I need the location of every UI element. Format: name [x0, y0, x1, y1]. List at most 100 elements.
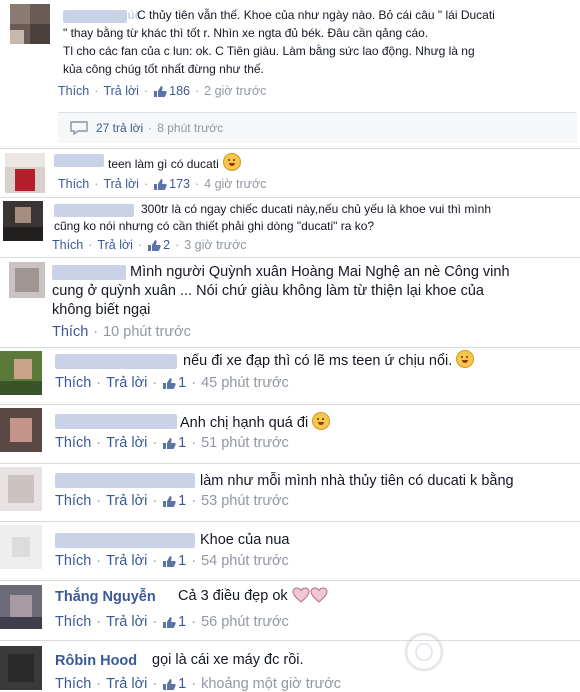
- comment: làm như mỗi mình nhà thủy tiên có ducati…: [0, 463, 580, 521]
- comment-text: Cả 3 điều đẹp ok: [178, 586, 328, 606]
- comment-time[interactable]: 2 giờ trước: [204, 84, 266, 98]
- thumbs-up-icon[interactable]: [147, 239, 161, 252]
- comment-text-line: kủa công chúg tốt nhất đừng như thế.: [63, 62, 264, 76]
- avatar[interactable]: [10, 4, 50, 44]
- blurred-name: [52, 265, 126, 280]
- comment-text-line: không biết ngại: [52, 302, 151, 318]
- like-link[interactable]: Thích: [58, 84, 89, 98]
- comment-actions: Thích · Trả lời · 1 · khoảng một giờ trư…: [55, 676, 342, 692]
- like-count[interactable]: 1: [178, 676, 186, 692]
- like-count[interactable]: 173: [169, 177, 190, 191]
- comment-time[interactable]: 10 phút trước: [103, 324, 191, 340]
- like-count[interactable]: 1: [178, 614, 186, 630]
- comment-text: nếu đi xe đạp thì có lẽ ms teen ứ chịu n…: [183, 350, 475, 371]
- like-link[interactable]: Thích: [52, 238, 83, 252]
- heart-icon: [310, 587, 328, 603]
- comment-text-line: C thủy tiên vẫn thế. Khoe của như ngày n…: [137, 8, 495, 22]
- blurred-name: [55, 414, 177, 429]
- thumbs-up-icon[interactable]: [162, 678, 176, 691]
- comment-actions: Thích · Trả lời · 1 · 54 phút trước: [55, 553, 289, 569]
- thumbs-up-icon[interactable]: [162, 555, 176, 568]
- comment-actions: Thích · Trả lời · 2 · 3 giờ trước: [52, 238, 247, 252]
- reply-link[interactable]: Trả lời: [106, 614, 147, 630]
- like-link[interactable]: Thích: [55, 553, 91, 569]
- reply-link[interactable]: Trả lời: [106, 435, 147, 451]
- emoji-icon: [456, 350, 475, 368]
- like-link[interactable]: Thích: [52, 324, 88, 340]
- comment-time[interactable]: 56 phút trước: [201, 614, 289, 630]
- thumbs-up-icon[interactable]: [162, 377, 176, 390]
- reply-link[interactable]: Trả lời: [106, 493, 147, 509]
- comment-text-line: 300tr là có ngay chiếc ducati này,nếu ch…: [141, 202, 491, 216]
- comment-time[interactable]: 54 phút trước: [201, 553, 289, 569]
- comment-time[interactable]: 4 giờ trước: [204, 177, 266, 191]
- blurred-name: [54, 154, 104, 167]
- comment-text-line: gọi là cái xe máy đc rồi.: [152, 652, 304, 668]
- comment: Anh chị hạnh quá đi Thích · Trả lời · 1 …: [0, 404, 580, 463]
- avatar[interactable]: [0, 467, 42, 511]
- comment-time[interactable]: 53 phút trước: [201, 493, 289, 509]
- like-count[interactable]: 2: [163, 238, 170, 252]
- like-count[interactable]: 1: [178, 435, 186, 451]
- avatar[interactable]: [0, 351, 42, 395]
- thumbs-up-icon[interactable]: [153, 178, 167, 191]
- avatar[interactable]: [9, 262, 45, 298]
- comment: Khoe của nua Thích · Trả lời · 1 · 54 ph…: [0, 521, 580, 580]
- comment-text: teen làm gì có ducati: [108, 153, 241, 172]
- comment-actions: Thích · 10 phút trước: [52, 324, 191, 340]
- comment-text-line: Tl cho các fan của c lun: ok. C Tiên già…: [63, 44, 475, 58]
- avatar[interactable]: [3, 201, 43, 241]
- reply-link[interactable]: Trả lời: [103, 84, 139, 98]
- thumbs-up-icon[interactable]: [162, 437, 176, 450]
- avatar[interactable]: [0, 585, 42, 629]
- reply-link[interactable]: Trả lời: [106, 375, 147, 391]
- commenter-name[interactable]: Thắng Nguyễn: [55, 589, 156, 605]
- like-count[interactable]: 1: [178, 493, 186, 509]
- like-link[interactable]: Thích: [55, 375, 91, 391]
- comment-time[interactable]: khoảng một giờ trước: [201, 676, 341, 692]
- thumbs-up-icon[interactable]: [162, 616, 176, 629]
- like-link[interactable]: Thích: [55, 435, 91, 451]
- avatar[interactable]: [5, 153, 45, 193]
- reply-link[interactable]: Trả lời: [97, 238, 133, 252]
- reply-link[interactable]: Trả lời: [106, 676, 147, 692]
- comment: Rôbin Hood gọi là cái xe máy đc rồi. Thí…: [0, 640, 580, 692]
- blurred-name: [54, 204, 134, 217]
- comment-text-line: " thay bằng từ khác thì tốt r. Nhìn xe n…: [63, 26, 429, 40]
- blurred-name: [55, 533, 195, 548]
- comment-actions: Thích · Trả lời · 186 · 2 giờ trước: [58, 84, 267, 98]
- comment-actions: Thích · Trả lời · 1 · 53 phút trước: [55, 493, 289, 509]
- emoji-icon: [312, 412, 331, 430]
- reply-link[interactable]: Trả lời: [103, 177, 139, 191]
- watermark-logo: [404, 632, 444, 672]
- comment: Mình người Quỳnh xuân Hoàng Mai Nghệ an …: [0, 257, 580, 347]
- like-link[interactable]: Thích: [55, 493, 91, 509]
- like-link[interactable]: Thích: [55, 676, 91, 692]
- avatar[interactable]: [0, 525, 42, 569]
- commenter-name[interactable]: Rôbin Hood: [55, 653, 137, 669]
- like-count[interactable]: 1: [178, 553, 186, 569]
- replies-count[interactable]: 27 trả lời: [96, 121, 143, 135]
- comment-time[interactable]: 3 giờ trước: [184, 238, 246, 252]
- thumbs-up-icon[interactable]: [153, 85, 167, 98]
- comment-actions: Thích · Trả lời · 1 · 45 phút trước: [55, 375, 289, 391]
- avatar[interactable]: [0, 646, 42, 690]
- replies-time: 8 phút trước: [157, 121, 224, 135]
- blurred-name: [55, 473, 195, 488]
- replies-summary[interactable]: 27 trả lời · 8 phút trước: [58, 112, 577, 143]
- comment-text-line: Mình người Quỳnh xuân Hoàng Mai Nghệ an …: [130, 264, 510, 280]
- comment-actions: Thích · Trả lời · 1 · 56 phút trước: [55, 614, 289, 630]
- comment-actions: Thích · Trả lời · 173 · 4 giờ trước: [58, 177, 267, 191]
- comment: Trúc C thủy tiên vẫn thế. Khoe của như n…: [0, 0, 580, 148]
- comment-time[interactable]: 45 phút trước: [201, 375, 289, 391]
- comment-text: Anh chị hạnh quá đi: [180, 412, 331, 433]
- comment-time[interactable]: 51 phút trước: [201, 435, 289, 451]
- reply-link[interactable]: Trả lời: [106, 553, 147, 569]
- thumbs-up-icon[interactable]: [162, 495, 176, 508]
- like-link[interactable]: Thích: [58, 177, 89, 191]
- emoji-icon: [222, 153, 241, 171]
- like-count[interactable]: 1: [178, 375, 186, 391]
- avatar[interactable]: [0, 408, 42, 452]
- like-count[interactable]: 186: [169, 84, 190, 98]
- like-link[interactable]: Thích: [55, 614, 91, 630]
